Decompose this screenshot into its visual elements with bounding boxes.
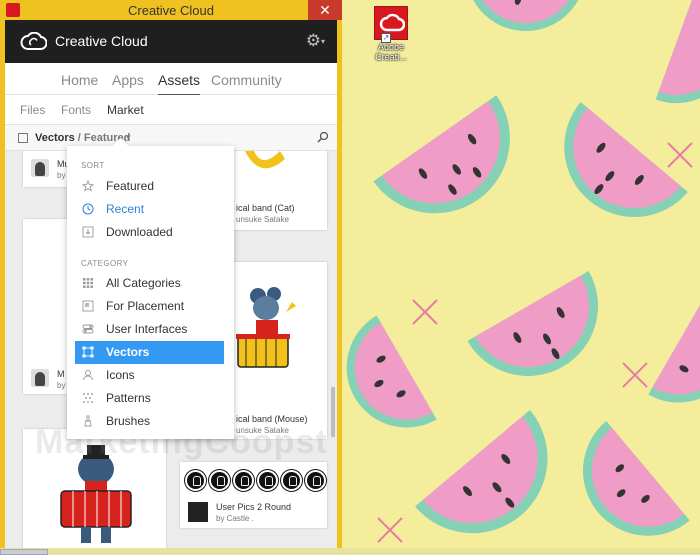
title-bar[interactable]: Creative Cloud ✕ — [0, 0, 342, 20]
taskbar — [0, 548, 700, 555]
watermelon-decoration — [648, 290, 700, 403]
user-pic-icon — [257, 470, 278, 491]
author-avatar — [188, 502, 208, 522]
category-icons[interactable]: Icons — [75, 364, 224, 387]
grid-icon — [83, 278, 93, 288]
card-title: User Pics 2 Round — [216, 502, 292, 512]
sort-featured[interactable]: Featured — [75, 175, 224, 198]
app-name: Creative Cloud — [55, 33, 148, 49]
cross-decoration — [620, 360, 650, 390]
sort-recent[interactable]: Recent — [75, 198, 224, 221]
watermelon-decoration — [415, 410, 548, 534]
tab-assets[interactable]: Assets — [158, 72, 201, 96]
cross-decoration — [410, 297, 440, 327]
pattern-icon — [83, 393, 93, 403]
window-title: Creative Cloud — [128, 3, 214, 18]
card-author: unsuke Satake — [236, 215, 289, 224]
brush-icon — [84, 415, 92, 427]
category-brushes[interactable]: Brushes — [75, 410, 224, 433]
sort-downloaded[interactable]: Downloaded — [75, 221, 224, 244]
close-button[interactable]: ✕ — [308, 0, 342, 20]
cross-decoration — [375, 515, 405, 545]
app-header: Creative Cloud ⚙▾ — [5, 20, 337, 63]
clock-icon — [82, 203, 94, 215]
placement-icon — [82, 300, 94, 312]
author-avatar — [31, 159, 49, 177]
category-all-categories[interactable]: All Categories — [75, 272, 224, 295]
asset-card[interactable]: User Pics 2 Round by Castle . — [180, 462, 327, 528]
sort-heading: SORT — [81, 161, 105, 170]
star-icon — [82, 180, 94, 192]
subtab-files[interactable]: Files — [20, 103, 45, 117]
category-user-interfaces[interactable]: User Interfaces — [75, 318, 224, 341]
card-author: by Castle . — [216, 514, 254, 523]
watermelon-decoration — [655, 0, 700, 104]
watermelon-decoration — [465, 0, 584, 31]
user-pic-icon — [233, 470, 254, 491]
scrollbar-thumb[interactable] — [331, 387, 335, 437]
taskbar-button[interactable] — [0, 549, 48, 555]
watermelon-decoration — [583, 420, 690, 536]
category-patterns[interactable]: Patterns — [75, 387, 224, 410]
user-pic-icon — [305, 470, 326, 491]
download-icon — [82, 226, 94, 238]
toggle-icon — [82, 324, 94, 334]
mouse-drummer-illustration — [236, 287, 296, 368]
user-pic-icon — [209, 470, 230, 491]
cat-illustration-preview — [245, 151, 285, 169]
user-pic-icon — [185, 470, 206, 491]
category-heading: CATEGORY — [81, 259, 129, 268]
card-title: M — [57, 369, 65, 379]
adobe-cc-icon: ↗ — [374, 6, 408, 43]
tab-home[interactable]: Home — [61, 72, 98, 88]
creative-cloud-logo-icon — [20, 32, 47, 50]
tab-apps[interactable]: Apps — [112, 72, 144, 88]
tab-community[interactable]: Community — [211, 72, 282, 88]
card-author: by — [57, 171, 66, 180]
chevron-down-icon[interactable]: ▾ — [126, 132, 131, 143]
watermelon-decoration — [373, 95, 510, 214]
user-pic-icon — [281, 470, 302, 491]
category-for-placement[interactable]: For Placement — [75, 295, 224, 318]
desktop-icon-label: Adobe Creati... — [375, 42, 407, 62]
watermelon-decoration — [564, 102, 688, 218]
subtab-market[interactable]: Market — [107, 103, 144, 117]
asset-subnav: Files Fonts Market — [5, 95, 337, 125]
watermelon-decoration — [468, 271, 598, 376]
filter-dropdown-menu: SORT Featured Recent Downloaded CATEGORY… — [67, 146, 234, 439]
person-icon — [83, 370, 93, 381]
search-icon[interactable] — [317, 131, 329, 143]
scrollbar-track[interactable] — [329, 151, 337, 555]
card-author: by — [57, 381, 66, 390]
vector-icon — [82, 346, 94, 358]
cross-decoration — [665, 140, 695, 170]
category-vectors[interactable]: Vectors — [75, 341, 224, 364]
shortcut-arrow-icon: ↗ — [381, 33, 391, 43]
subtab-fonts[interactable]: Fonts — [61, 103, 91, 117]
card-title: ical band (Cat) — [236, 203, 295, 213]
author-avatar — [31, 369, 49, 387]
settings-gear-icon[interactable]: ⚙▾ — [306, 31, 325, 51]
desktop-icon-adobe-creative-cloud[interactable]: ↗ Adobe Creati... — [368, 6, 414, 62]
main-nav: Home Apps Assets Community — [5, 63, 337, 96]
vectors-filter-icon — [18, 133, 28, 143]
